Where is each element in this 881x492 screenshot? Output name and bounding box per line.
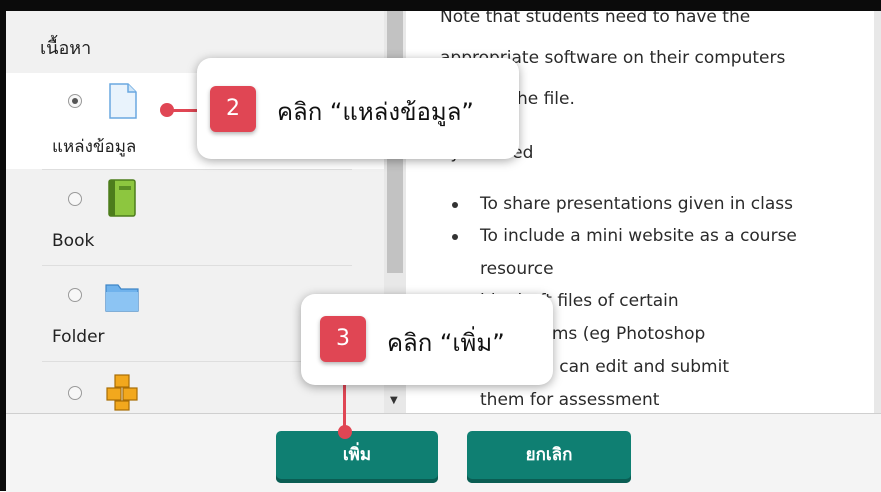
callout-pointer-dot [338, 425, 352, 439]
bullet [452, 202, 458, 208]
document-icon [109, 83, 137, 119]
book-icon [108, 179, 136, 217]
bullet-text: resource [480, 259, 554, 279]
bullet-text: To include a mini website as a course [480, 226, 797, 246]
description-scrollbar[interactable] [874, 11, 881, 413]
callout-instruction: คลิก “แหล่งข้อมูล” [277, 98, 474, 126]
bullet [452, 234, 458, 240]
module-label: Folder [52, 327, 105, 347]
callout-step-3: 3 คลิก “เพิ่ม” [301, 294, 553, 385]
scroll-down-arrow-icon[interactable]: ▼ [390, 395, 398, 406]
book-radio[interactable] [68, 192, 82, 206]
package-radio[interactable] [68, 386, 82, 400]
step-badge: 2 [210, 86, 256, 132]
bullet-text: To share presentations given in class [480, 194, 794, 214]
callout-step-2: 2 คลิก “แหล่งข้อมูล” [197, 58, 519, 159]
folder-radio[interactable] [68, 288, 82, 302]
dialog-footer: เพิ่ม ยกเลิก [6, 413, 881, 492]
package-icon [106, 374, 138, 411]
step-badge: 3 [320, 316, 366, 362]
resource-radio[interactable] [68, 94, 82, 108]
callout-instruction: คลิก “เพิ่ม” [387, 329, 505, 357]
bullet-text: them for assessment [480, 390, 660, 410]
activity-chooser-dialog: เนื้อหา แหล่งข้อมูล Book Folder ▼ Note t… [0, 0, 881, 492]
folder-icon [105, 284, 139, 312]
callout-pointer-dot [160, 103, 174, 117]
add-button[interactable]: เพิ่ม [276, 431, 438, 483]
module-label: Book [52, 231, 95, 251]
module-label: แหล่งข้อมูล [52, 137, 137, 157]
section-title: เนื้อหา [40, 38, 92, 59]
window-border-top [0, 0, 881, 11]
cancel-button[interactable]: ยกเลิก [467, 431, 631, 483]
description-line: Note that students need to have the [440, 11, 751, 27]
module-option-book[interactable]: Book [6, 169, 386, 265]
